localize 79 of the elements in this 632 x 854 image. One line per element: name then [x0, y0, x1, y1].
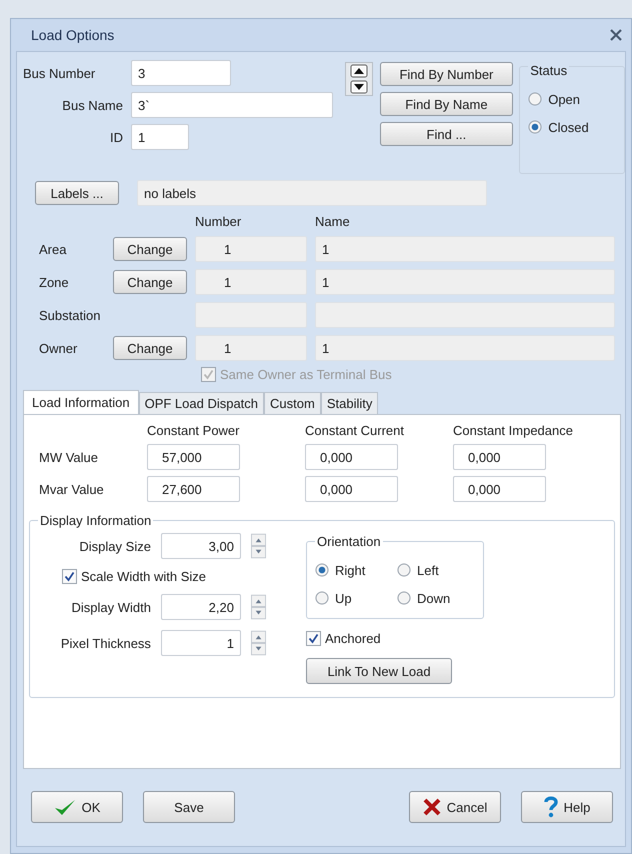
- field-label: Bus Name: [61, 98, 123, 112]
- number-field[interactable]: 1: [195, 269, 307, 295]
- question-mark-icon: [544, 796, 558, 818]
- checkbox-label[interactable]: Scale Width with Size: [81, 569, 206, 584]
- field-label: Display Width: [70, 600, 151, 614]
- change-button[interactable]: Change: [113, 237, 187, 261]
- radio-label[interactable]: Closed: [548, 120, 589, 134]
- tab[interactable]: Stability: [320, 392, 378, 414]
- bus-number-field[interactable]: 3: [131, 60, 231, 86]
- checkbox-label[interactable]: Anchored: [325, 631, 381, 646]
- column-header: Number: [195, 214, 242, 229]
- checkbox[interactable]: [306, 631, 321, 646]
- name-field[interactable]: 1: [315, 236, 615, 262]
- labels-button[interactable]: Labels ...: [35, 181, 119, 205]
- value-field[interactable]: 57,000: [147, 444, 240, 470]
- radio-button[interactable]: [397, 591, 411, 605]
- column-header: Constant Power: [147, 423, 240, 438]
- radio-label[interactable]: Right: [335, 562, 366, 578]
- dialog-button[interactable]: Cancel: [409, 791, 501, 823]
- change-button[interactable]: Change: [113, 336, 187, 360]
- group-title: Orientation: [315, 534, 383, 549]
- row-label: Owner: [39, 340, 78, 356]
- change-button[interactable]: Change: [113, 270, 187, 294]
- find-button[interactable]: Find By Number: [380, 62, 514, 86]
- spinner-arrows-icon[interactable]: [345, 62, 373, 96]
- tab[interactable]: Custom: [264, 392, 321, 414]
- radio-button[interactable]: [315, 563, 329, 577]
- tab[interactable]: OPF Load Dispatch: [138, 392, 264, 414]
- link-button[interactable]: Link To New Load: [306, 658, 452, 684]
- number-field[interactable]: 1: [195, 236, 307, 262]
- value-field[interactable]: 0,000: [453, 444, 546, 470]
- radio-button[interactable]: [528, 92, 542, 106]
- window-title: Load Options: [31, 27, 114, 43]
- number-field[interactable]: 1: [195, 335, 307, 361]
- number-field[interactable]: [195, 302, 307, 328]
- radio-label[interactable]: Up: [335, 590, 352, 606]
- row-label: Zone: [39, 274, 70, 290]
- group-title: Status: [528, 63, 570, 78]
- radio-label[interactable]: Left: [417, 562, 439, 578]
- radio-button[interactable]: [397, 563, 411, 577]
- dialog-button[interactable]: Save: [143, 791, 235, 823]
- column-header: Name: [315, 214, 351, 229]
- field-label: ID: [109, 130, 123, 144]
- radio-label[interactable]: Down: [417, 590, 450, 606]
- column-header: Constant Impedance: [453, 423, 574, 438]
- find-button[interactable]: Find ...: [380, 122, 514, 146]
- number-field[interactable]: 1: [160, 630, 241, 656]
- name-field[interactable]: 1: [315, 269, 615, 295]
- field-label: Pixel Thickness: [60, 636, 151, 650]
- column-header: Constant Current: [305, 423, 405, 438]
- number-field[interactable]: 3,00: [160, 533, 241, 559]
- value-field[interactable]: 27,600: [147, 476, 240, 502]
- row-label: Mvar Value: [39, 482, 105, 496]
- radio-label[interactable]: Open: [548, 92, 580, 106]
- row-label: Area: [39, 242, 68, 256]
- group-title: Display Information: [38, 513, 154, 528]
- name-field[interactable]: [315, 302, 615, 328]
- find-button[interactable]: Find By Name: [380, 92, 514, 116]
- value-field[interactable]: 0,000: [453, 476, 546, 502]
- value-field[interactable]: 0,000: [305, 476, 398, 502]
- row-label: Substation: [39, 308, 102, 322]
- dialog-button[interactable]: OK: [31, 791, 123, 823]
- number-field[interactable]: 2,20: [160, 594, 241, 620]
- checkmark-icon: [54, 798, 76, 816]
- row-label: MW Value: [39, 450, 99, 464]
- id-field[interactable]: 1: [131, 124, 189, 150]
- x-icon: [422, 798, 441, 816]
- field-label: Bus Number: [23, 66, 96, 80]
- field-label: Display Size: [78, 538, 151, 554]
- bus-name-field[interactable]: 3`: [131, 92, 333, 118]
- value-field[interactable]: 0,000: [305, 444, 398, 470]
- dialog-button[interactable]: Help: [521, 791, 613, 823]
- tab[interactable]: Load Information: [23, 390, 139, 414]
- close-icon[interactable]: [609, 28, 623, 42]
- checkbox[interactable]: [62, 569, 77, 584]
- name-field[interactable]: 1: [315, 335, 615, 361]
- radio-button[interactable]: [315, 591, 329, 605]
- labels-field[interactable]: no labels: [137, 180, 487, 206]
- radio-button[interactable]: [528, 120, 542, 134]
